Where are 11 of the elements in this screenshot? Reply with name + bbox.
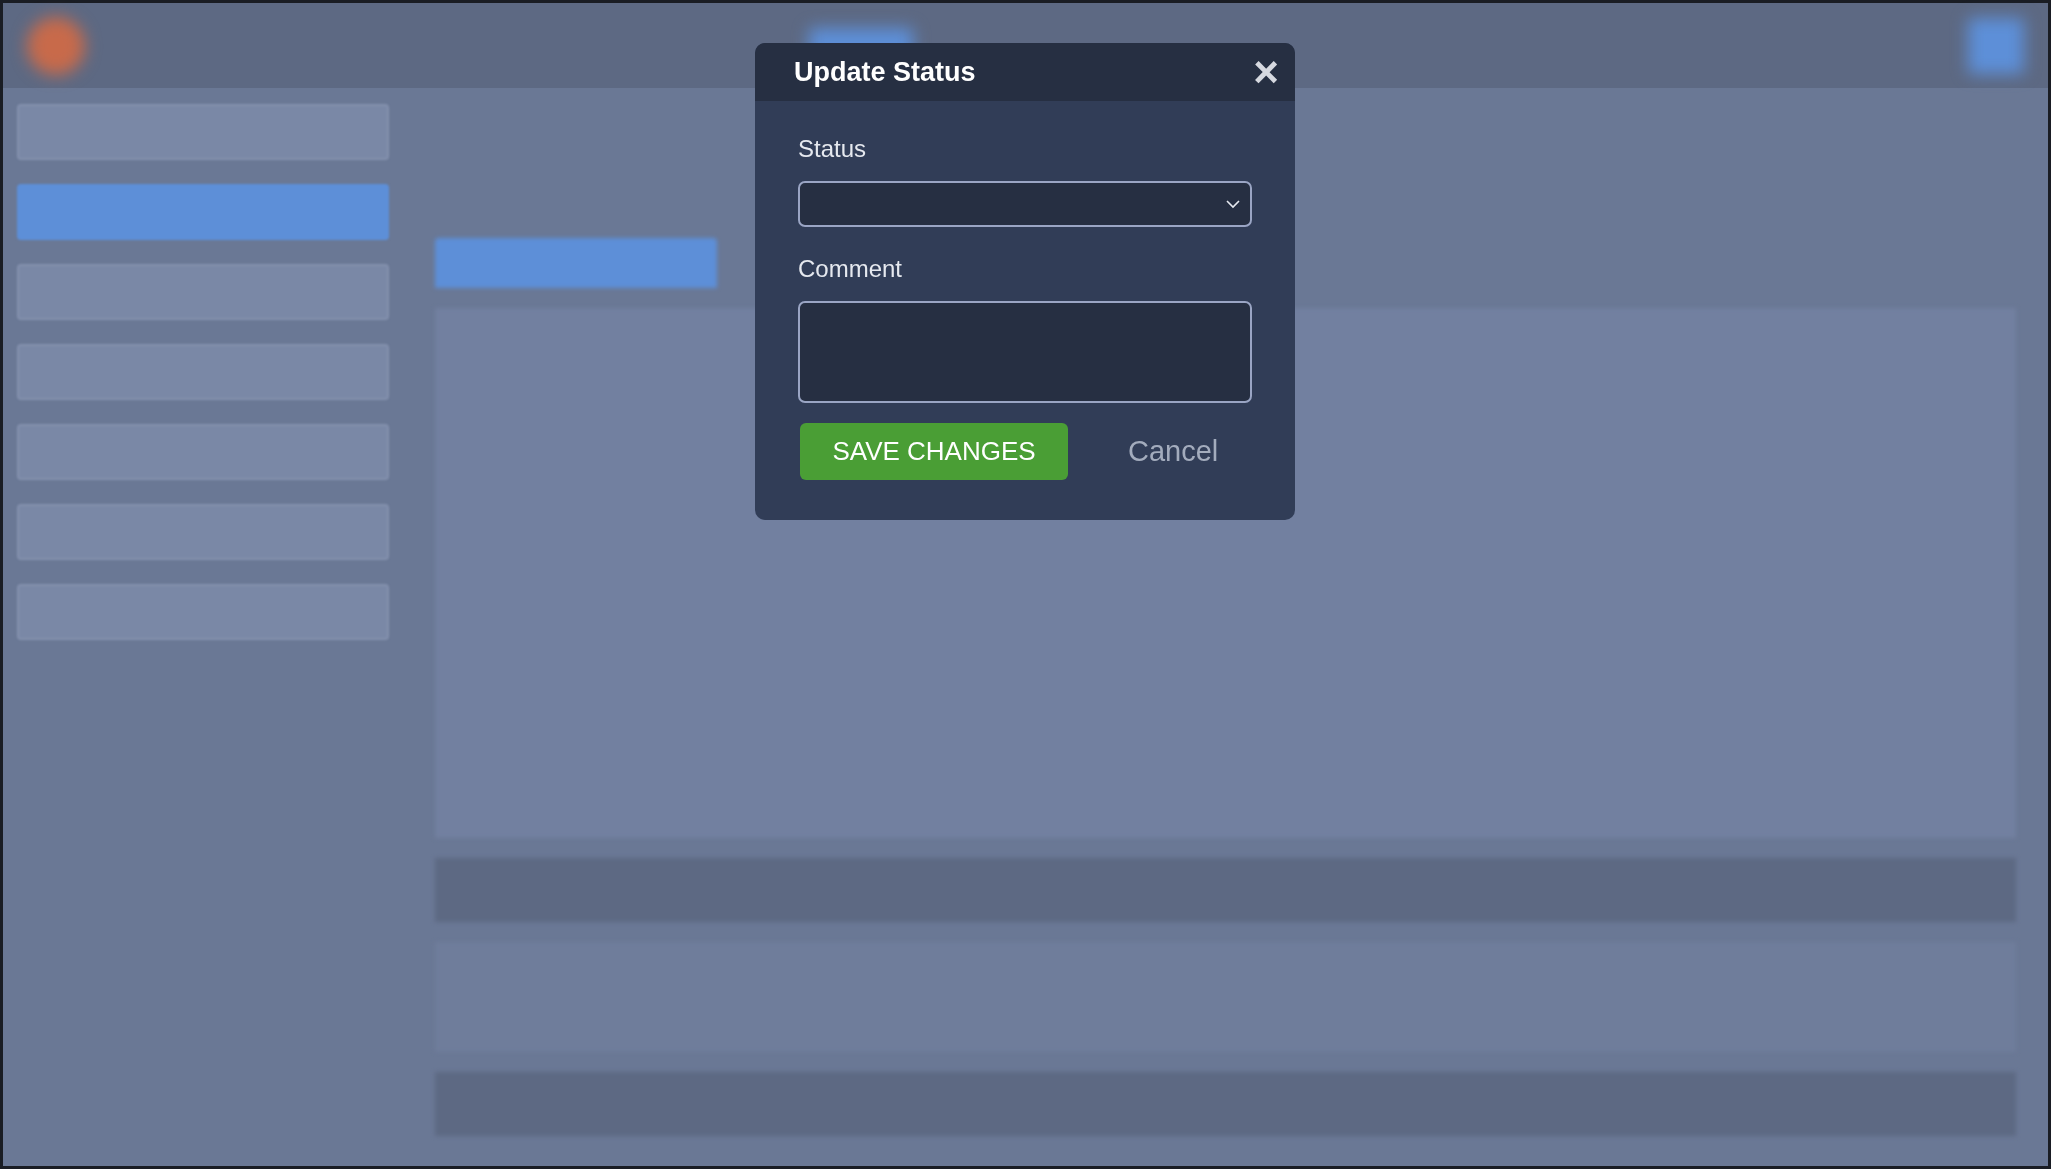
field-label: Status — [798, 134, 868, 164]
status-select[interactable] — [798, 181, 1252, 227]
dialog-title: Update Status — [794, 55, 976, 89]
chevron-down-icon — [1226, 199, 1240, 209]
cancel-button[interactable]: Cancel — [1128, 429, 1219, 474]
save-button[interactable]: SAVE CHANGES — [800, 423, 1068, 480]
field-label: Comment — [798, 254, 904, 284]
blurred-logo-icon — [27, 16, 85, 75]
close-button[interactable]: × — [1253, 50, 1279, 94]
comment-field[interactable] — [798, 301, 1252, 403]
blurred-user-avatar — [1968, 17, 2024, 74]
